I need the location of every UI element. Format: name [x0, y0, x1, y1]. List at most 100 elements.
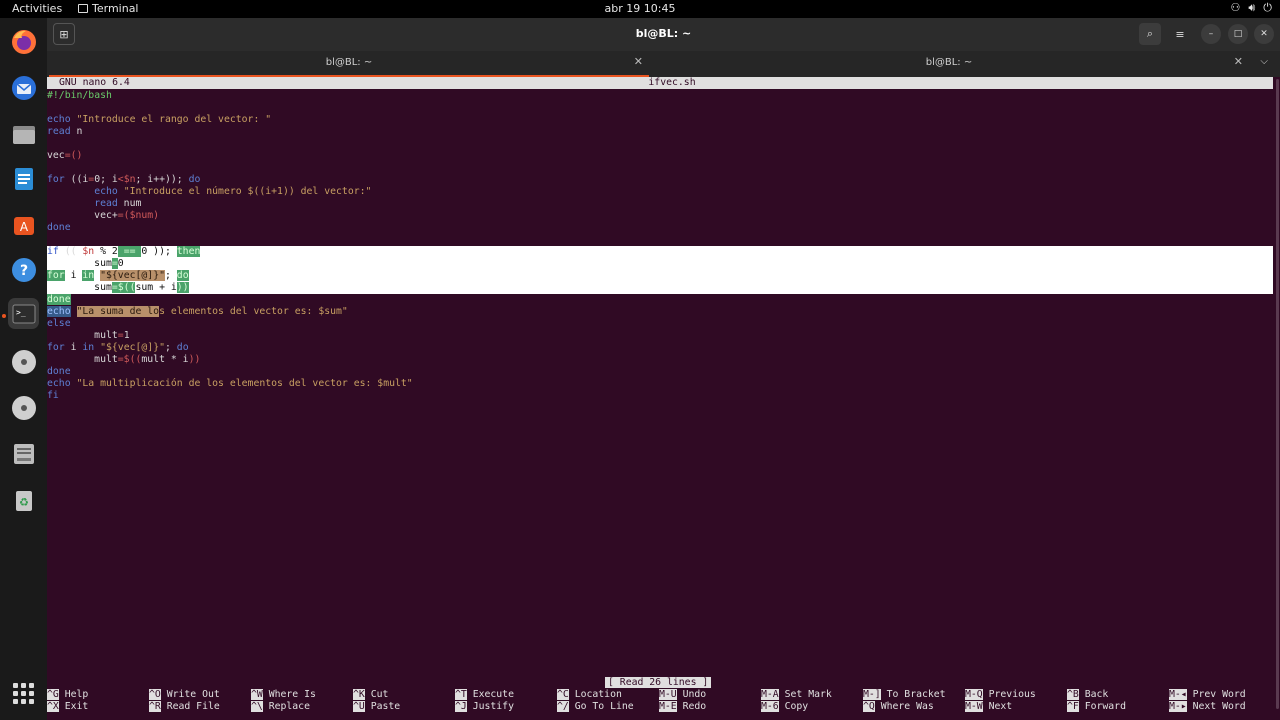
close-icon[interactable]: ✕ [1254, 24, 1274, 44]
shortcut-item[interactable]: ^B Back [1067, 689, 1108, 701]
shortcut-item[interactable]: ^\ Replace [251, 701, 310, 713]
shortcut-item[interactable]: ^W Where Is [251, 689, 316, 701]
shortcut-label: Execute [466, 689, 514, 700]
shortcut-label: Back [1078, 689, 1109, 700]
show-apps-icon[interactable] [13, 683, 34, 704]
writer-icon[interactable] [8, 163, 39, 194]
code-token: =$(( [111, 282, 136, 293]
firefox-icon[interactable] [8, 26, 39, 57]
menu-icon[interactable]: ≡ [1169, 23, 1191, 45]
code-line[interactable]: sum=0 [47, 258, 1273, 270]
software-icon[interactable]: A [8, 208, 39, 239]
tab-close-icon[interactable]: ✕ [634, 55, 643, 68]
code-line[interactable]: for ((i=0; i<$n; i++)); do [47, 174, 1273, 186]
shortcut-label: Paste [364, 701, 401, 712]
shortcut-item[interactable]: M-6 Copy [761, 701, 808, 713]
activities-button[interactable]: Activities [12, 2, 62, 15]
shortcut-item[interactable]: M-▸ Next Word [1169, 701, 1246, 713]
tab-2[interactable]: bl@BL: ~ ✕ [649, 51, 1249, 77]
code-token: 0; i [94, 174, 118, 185]
search-icon[interactable]: ⌕ [1139, 23, 1161, 45]
tab-1[interactable]: bl@BL: ~ ✕ [49, 51, 649, 77]
shortcut-item[interactable]: M-◂ Prev Word [1169, 689, 1246, 701]
shortcut-item[interactable]: ^X Exit [47, 701, 88, 713]
app-menu[interactable]: Terminal [78, 2, 139, 15]
code-line[interactable]: read n [47, 126, 1273, 138]
code-line[interactable]: done [47, 222, 1273, 234]
code-line[interactable]: echo "Introduce el número $((i+1)) del v… [47, 186, 1273, 198]
network-icon: ⚇ [1230, 1, 1241, 14]
code-line[interactable] [47, 102, 1273, 114]
scrollbar[interactable] [1273, 77, 1280, 720]
shortcut-label: Location [568, 689, 622, 700]
files-icon[interactable] [8, 118, 39, 149]
help-icon[interactable]: ? [8, 254, 39, 285]
code-line[interactable]: vec=() [47, 150, 1273, 162]
code-line[interactable]: sum=$((sum + i)) [47, 282, 1273, 294]
shortcut-item[interactable]: M-Q Previous [965, 689, 1036, 701]
disc-icon-2[interactable] [8, 392, 39, 423]
code-token: echo [47, 114, 71, 125]
code-line[interactable]: fi [47, 390, 1273, 402]
shortcut-label: Previous [982, 689, 1036, 700]
shortcut-item[interactable]: ^C Location [557, 689, 622, 701]
code-line[interactable]: mult=$((mult * i)) [47, 354, 1273, 366]
shortcut-key: M-U [659, 689, 677, 700]
code-line[interactable]: done [47, 294, 1273, 306]
code-line[interactable]: vec+=($num) [47, 210, 1273, 222]
shortcut-item[interactable]: M-] To Bracket [863, 689, 946, 701]
drive-icon[interactable] [8, 438, 39, 469]
code-line[interactable]: echo "Introduce el rango del vector: " [47, 114, 1273, 126]
shortcut-item[interactable]: ^Q Where Was [863, 701, 934, 713]
code-token: done [47, 222, 71, 233]
minimize-icon[interactable]: – [1201, 24, 1221, 44]
maximize-icon[interactable]: □ [1228, 24, 1248, 44]
code-line[interactable] [47, 162, 1273, 174]
svg-text:♻: ♻ [19, 496, 29, 509]
code-line[interactable]: echo "La multiplicación de los elementos… [47, 378, 1273, 390]
shortcut-item[interactable]: M-W Next [965, 701, 1012, 713]
shortcut-label: Justify [466, 701, 514, 712]
code-token: "${vec[@]}" [100, 270, 165, 281]
code-token: == [117, 246, 142, 257]
code-line[interactable]: for i in "${vec[@]}"; do [47, 342, 1273, 354]
code-token: mult [47, 330, 118, 341]
code-token: 1 [123, 330, 130, 341]
shortcut-item[interactable]: ^G Help [47, 689, 88, 701]
shortcut-item[interactable]: ^J Justify [455, 701, 514, 713]
code-line[interactable]: for i in "${vec[@]}"; do [47, 270, 1273, 282]
scrollbar-thumb[interactable] [1276, 79, 1279, 709]
shortcut-item[interactable]: ^/ Go To Line [557, 701, 634, 713]
code-line[interactable]: else [47, 318, 1273, 330]
system-tray[interactable]: ⚇ 🔊︎ ⏻ [1230, 1, 1272, 15]
trash-icon[interactable]: ♻ [8, 484, 39, 515]
shortcut-item[interactable]: ^F Forward [1067, 701, 1126, 713]
shortcut-item[interactable]: ^K Cut [353, 689, 388, 701]
code-line[interactable]: done [47, 366, 1273, 378]
nano-editor[interactable]: GNU nano 6.4 ifvec.sh #!/bin/bash echo "… [47, 77, 1273, 720]
shortcut-item[interactable]: ^T Execute [455, 689, 514, 701]
code-line[interactable]: echo "La suma de los elementos del vecto… [47, 306, 1273, 318]
code-line[interactable]: #!/bin/bash [47, 90, 1273, 102]
code-line[interactable] [47, 138, 1273, 150]
shortcut-item[interactable]: M-A Set Mark [761, 689, 832, 701]
shortcut-item[interactable]: ^R Read File [149, 701, 220, 713]
code-line[interactable] [47, 234, 1273, 246]
shortcut-item[interactable]: ^O Write Out [149, 689, 220, 701]
shortcut-item[interactable]: M-E Redo [659, 701, 706, 713]
clock[interactable]: abr 19 10:45 [0, 2, 1280, 15]
shortcut-item[interactable]: ^U Paste [353, 701, 400, 713]
code-line[interactable]: read num [47, 198, 1273, 210]
disc-icon[interactable] [8, 346, 39, 377]
code-line[interactable]: mult=1 [47, 330, 1273, 342]
thunderbird-icon[interactable] [8, 72, 39, 103]
shortcut-item[interactable]: M-U Undo [659, 689, 706, 701]
code-token: sum [47, 282, 112, 293]
terminal-dock-icon[interactable]: >_ [8, 298, 39, 329]
shortcut-key: M-▸ [1169, 701, 1187, 712]
tab-close-icon[interactable]: ✕ [1234, 55, 1243, 68]
nano-header: GNU nano 6.4 ifvec.sh [47, 77, 1273, 89]
tabs-menu-chevron-icon[interactable]: ⌵ [1260, 56, 1268, 67]
code-area[interactable]: #!/bin/bash echo "Introduce el rango del… [47, 90, 1273, 402]
code-line[interactable]: if (( $n % 2 == 0 )); then [47, 246, 1273, 258]
